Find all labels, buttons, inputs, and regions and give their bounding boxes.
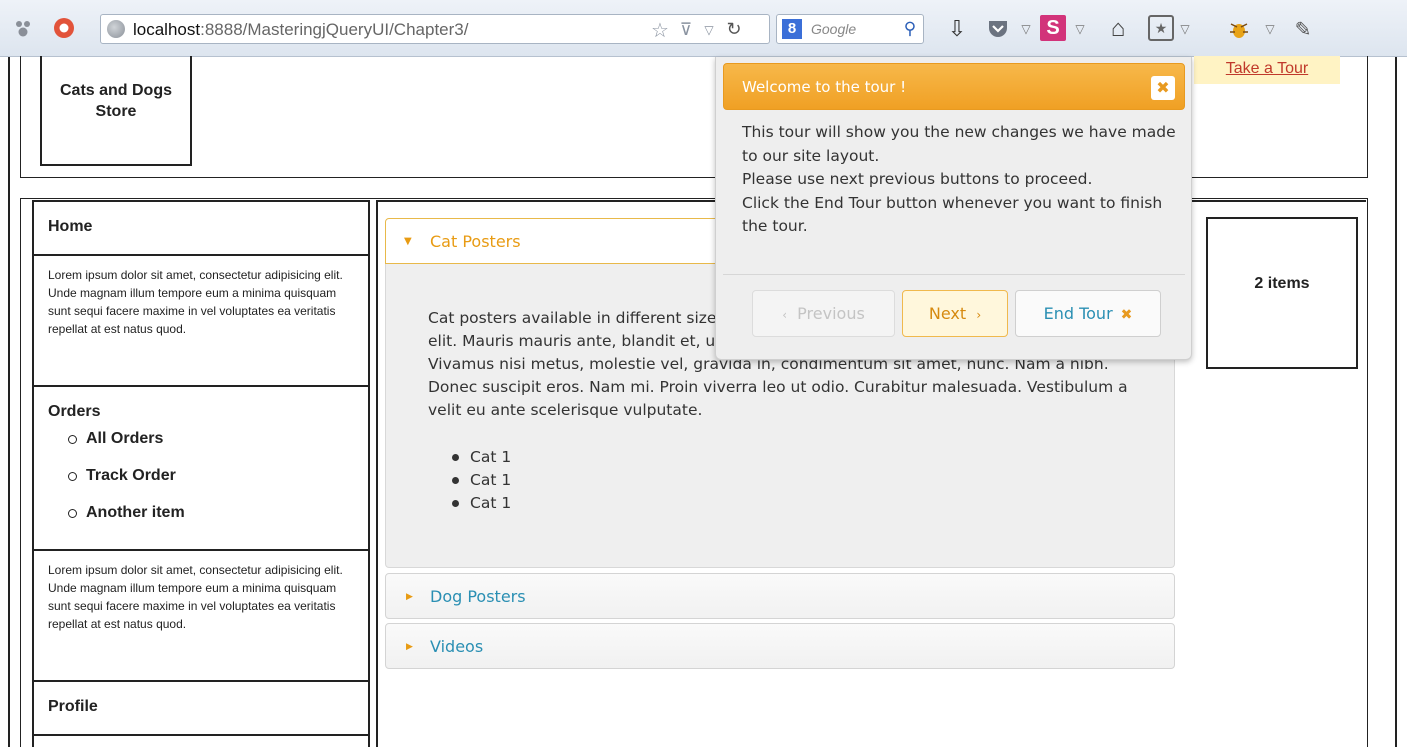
sidebar-lorem-text: Lorem ipsum dolor sit amet, consectetur … <box>48 563 343 631</box>
page-border-right <box>1395 57 1397 747</box>
s-addon-icon[interactable]: S <box>1040 15 1066 41</box>
search-box[interactable]: 8 Google ⚲ <box>776 14 924 44</box>
sidebar-item-track-order[interactable]: Track Order <box>68 460 368 497</box>
url-text: localhost:8888/MasteringjQueryUI/Chapter… <box>133 20 469 39</box>
sidebar-item-label: Profile <box>48 698 98 715</box>
tour-dialog: Welcome to the tour ! ✖ This tour will s… <box>715 57 1192 360</box>
accordion-header-videos[interactable]: ▶ Videos <box>385 623 1175 669</box>
sidebar-item-profile[interactable]: Profile <box>34 682 368 736</box>
chevron-left-icon: ‹ <box>782 308 787 322</box>
triangle-down-icon: ▼ <box>404 236 412 247</box>
list-item: Cat 1 <box>428 469 1134 492</box>
list-item: Cat 1 <box>428 492 1134 515</box>
sidebar-item-label: Home <box>48 218 93 235</box>
home-icon[interactable]: ⌂ <box>1104 14 1132 44</box>
take-tour-box: Take a Tour <box>1194 56 1340 84</box>
previous-button[interactable]: ‹ Previous <box>752 290 895 337</box>
end-tour-button[interactable]: End Tour ✖ <box>1015 290 1161 337</box>
list-item: Cat 1 <box>428 446 1134 469</box>
dropdown-icon[interactable]: ▽ <box>1262 16 1278 42</box>
pocket-save-icon[interactable] <box>985 16 1011 42</box>
cart-count: 2 items <box>1254 275 1310 292</box>
accordion-header-label: Cat Posters <box>430 232 521 251</box>
search-engine-label: Google <box>811 21 857 37</box>
download-icon[interactable]: ⇩ <box>944 14 970 44</box>
addon-icon[interactable] <box>52 16 76 40</box>
search-engine-icon: 8 <box>782 19 802 39</box>
tour-title: Welcome to the tour ! <box>742 78 907 96</box>
tour-message-text: This tour will show you the new changes … <box>742 123 1176 235</box>
reload-icon[interactable]: ↻ <box>723 18 745 40</box>
globe-icon <box>107 20 125 38</box>
take-tour-link[interactable]: Take a Tour <box>1226 60 1308 77</box>
browser-toolbar: localhost:8888/MasteringjQueryUI/Chapter… <box>0 0 1407 57</box>
sidebar-text-block: Lorem ipsum dolor sit amet, consectetur … <box>34 256 368 387</box>
search-icon[interactable]: ⚲ <box>899 18 921 40</box>
dropdown-icon[interactable]: ▽ <box>1018 16 1034 42</box>
cart-summary[interactable]: 2 items <box>1206 217 1358 369</box>
sidebar-item-another-item[interactable]: Another item <box>68 497 368 534</box>
dropdown-icon[interactable]: ▽ <box>701 19 717 41</box>
page-border-left <box>8 57 10 747</box>
close-icon: ✖ <box>1120 307 1133 323</box>
cat-list: Cat 1 Cat 1 Cat 1 <box>428 422 1134 515</box>
close-icon[interactable]: ✖ <box>1151 76 1175 100</box>
sidebar: Home Lorem ipsum dolor sit amet, consect… <box>32 200 370 747</box>
sidebar-item-all-orders[interactable]: All Orders <box>68 423 368 460</box>
bookmark-star-icon[interactable]: ☆ <box>649 19 671 42</box>
divider <box>723 274 1185 275</box>
tools-icon[interactable]: ✎ <box>1290 15 1316 43</box>
sidebar-text-block: Lorem ipsum dolor sit amet, consectetur … <box>34 551 368 682</box>
accordion-header-label: Dog Posters <box>430 587 526 606</box>
orders-submenu: All Orders Track Order Another item <box>34 421 368 544</box>
triangle-right-icon: ▶ <box>406 592 413 602</box>
sidebar-orders-section: Orders All Orders Track Order Another it… <box>34 387 368 551</box>
next-button[interactable]: Next › <box>902 290 1008 337</box>
bookmarks-icon[interactable]: ★ <box>1148 15 1174 41</box>
pocket-icon[interactable]: ⊽ <box>675 19 697 41</box>
url-bar[interactable]: localhost:8888/MasteringjQueryUI/Chapter… <box>100 14 770 44</box>
tour-message: This tour will show you the new changes … <box>742 121 1182 239</box>
sidebar-item-orders[interactable]: Orders <box>34 387 368 421</box>
paw-icon[interactable] <box>12 17 34 39</box>
dropdown-icon[interactable]: ▽ <box>1072 16 1088 42</box>
firebug-icon[interactable] <box>1226 16 1252 42</box>
triangle-right-icon: ▶ <box>406 642 413 652</box>
site-logo[interactable]: Cats and Dogs Store <box>40 56 192 166</box>
accordion-header-dog-posters[interactable]: ▶ Dog Posters <box>385 573 1175 619</box>
sidebar-lorem-text: Lorem ipsum dolor sit amet, consectetur … <box>48 268 343 336</box>
dropdown-icon[interactable]: ▽ <box>1177 16 1193 42</box>
chevron-right-icon: › <box>976 308 982 322</box>
tour-title-bar: Welcome to the tour ! ✖ <box>723 63 1185 110</box>
accordion-header-label: Videos <box>430 637 484 656</box>
sidebar-item-home[interactable]: Home <box>34 202 368 256</box>
